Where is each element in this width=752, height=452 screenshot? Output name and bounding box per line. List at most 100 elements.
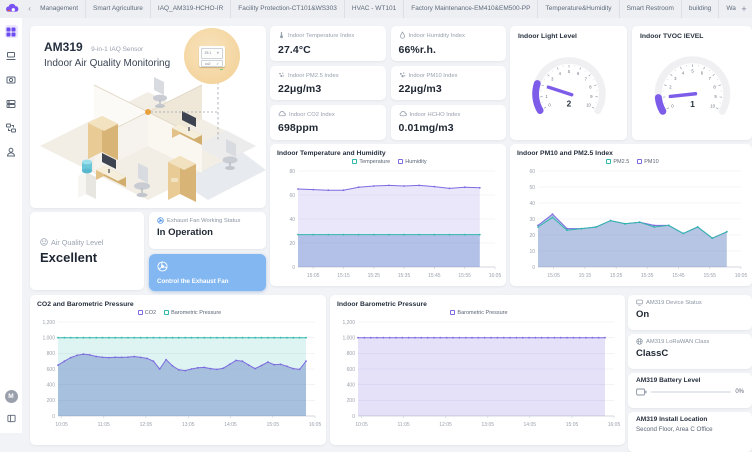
svg-text:15:25: 15:25 <box>368 273 381 279</box>
tab-iaq-am319-hcho-ir[interactable]: IAQ_AM319-HCHO-IR <box>151 0 231 18</box>
pm-chart[interactable]: 010203040506015:0515:1515:2515:3515:4515… <box>517 166 749 280</box>
battery-progress-bar <box>651 391 731 393</box>
barometric-chart[interactable]: 02004006008001,0001,20010:0511:0512:0513… <box>337 317 622 429</box>
svg-text:0: 0 <box>52 414 55 420</box>
svg-text:15:45: 15:45 <box>672 273 685 279</box>
tab-smart-restroom[interactable]: Smart Restroom <box>620 0 682 18</box>
legend-humidity[interactable]: Humidity <box>398 159 426 165</box>
svg-text:15:35: 15:35 <box>641 273 654 279</box>
tile-value: 22μg/m3 <box>278 83 378 95</box>
svg-text:200: 200 <box>347 398 356 404</box>
sidebar-item-camera[interactable] <box>5 73 18 86</box>
tile-indoor-hcho-index: Indoor HCHO Index0.01mg/m3 <box>391 105 507 140</box>
chart-title: Indoor PM10 and PM2.5 Index <box>517 150 748 157</box>
milesight-logo-icon <box>6 3 22 15</box>
tab-temperature-humidity[interactable]: Temperature&Humidity <box>538 0 619 18</box>
sensor-model: AM319 <box>44 40 83 54</box>
lorawan-class-card: AM319 LoRaWAN Class ClassC <box>628 334 752 369</box>
svg-text:10:05: 10:05 <box>55 422 68 428</box>
device-status-label: AM319 Device Status <box>646 300 702 306</box>
svg-text:1,200: 1,200 <box>342 320 355 326</box>
sidebar-item-server[interactable] <box>5 97 18 110</box>
legend-barometric-pressure[interactable]: Barometric Pressure <box>450 310 507 316</box>
battery-icon <box>636 388 647 396</box>
fan-status-label: Exhaust Fan Working Status <box>167 218 240 224</box>
pm10-icon <box>399 71 406 81</box>
svg-text:9: 9 <box>714 94 717 99</box>
tile-value: 698ppm <box>278 122 378 134</box>
chart-title: Indoor Barometric Pressure <box>337 301 621 308</box>
svg-text:40: 40 <box>529 201 535 207</box>
light-level-gauge: 0123456789102 <box>518 42 620 130</box>
sidebar-collapse-icon[interactable] <box>5 412 18 425</box>
svg-text:16:05: 16:05 <box>735 273 748 279</box>
smiley-icon <box>40 238 48 246</box>
air-quality-value: Excellent <box>40 250 134 265</box>
legend-pm10[interactable]: PM10 <box>637 159 658 165</box>
svg-text:10: 10 <box>710 103 715 108</box>
tile-indoor-pm10-index: Indoor PM10 Index22μg/m3 <box>391 66 507 101</box>
legend-pm2-5[interactable]: PM2.5 <box>606 159 629 165</box>
svg-text:0: 0 <box>532 265 535 271</box>
svg-text:60: 60 <box>529 169 535 175</box>
svg-text:11:05: 11:05 <box>397 422 409 428</box>
tab-hvac-wt101[interactable]: HVAC - WT101 <box>345 0 404 18</box>
tile-label: Indoor Temperature Index <box>288 33 354 39</box>
battery-percent: 0% <box>735 389 744 395</box>
chart-legend: PM2.5 PM10 <box>517 157 748 166</box>
sidebar-item-devices[interactable] <box>5 49 18 62</box>
tab-water-meter[interactable]: Water meter <box>719 0 736 18</box>
svg-text:8: 8 <box>713 85 716 90</box>
lorawan-class-label: AM319 LoRaWAN Class <box>646 339 709 345</box>
tab-building[interactable]: building <box>682 0 719 18</box>
tab-list: ManagementSmart AgricultureIAQ_AM319-HCH… <box>33 0 736 18</box>
svg-text:1,000: 1,000 <box>342 335 355 341</box>
tile-value: 0.01mg/m3 <box>399 122 499 134</box>
dashboard: AM319 9-in-1 IAQ Sensor Indoor Air Quali… <box>22 18 752 433</box>
svg-text:0: 0 <box>292 265 295 271</box>
svg-text:6: 6 <box>577 71 580 76</box>
svg-text:1,000: 1,000 <box>42 335 55 341</box>
svg-text:1,200: 1,200 <box>42 320 55 326</box>
legend-temperature[interactable]: Temperature <box>352 159 390 165</box>
sidebar-item-dashboard[interactable] <box>5 25 18 38</box>
tab-management[interactable]: Management <box>33 0 86 18</box>
add-tab-button[interactable]: + <box>736 4 752 14</box>
sidebar-item-user[interactable] <box>5 145 18 158</box>
isometric-office-illustration <box>30 60 266 208</box>
svg-text:14:05: 14:05 <box>224 422 237 428</box>
gauge-title: Indoor Light Level <box>518 33 620 40</box>
tab-scroll-left-icon[interactable]: ‹ <box>26 0 33 18</box>
humidity-icon <box>399 31 406 41</box>
svg-text:8: 8 <box>589 84 592 89</box>
fan-status-value: In Operation <box>157 227 258 238</box>
gauge-title: Indoor TVOC lEVEL <box>640 33 745 40</box>
svg-text:12:05: 12:05 <box>439 422 452 428</box>
svg-text:400: 400 <box>47 382 56 388</box>
battery-level-card: AM319 Battery Level 0% <box>628 373 752 408</box>
tab-bar: ‹ ManagementSmart AgricultureIAQ_AM319-H… <box>0 0 752 18</box>
user-avatar[interactable]: M <box>5 390 18 403</box>
svg-text:16:05: 16:05 <box>489 273 502 279</box>
tvoc-level-gauge: 0123456789101 <box>640 42 745 130</box>
temp-humidity-chart[interactable]: 02040608015:0515:1515:2515:3515:4515:551… <box>277 166 503 280</box>
tile-label: Indoor CO2 Index <box>289 112 335 118</box>
tab-factory-maintenance-em410-em500-pp[interactable]: Factory Maintenance-EM410&EM500-PP <box>404 0 538 18</box>
chart-legend: CO2 Barometric Pressure <box>37 308 322 317</box>
svg-text:1: 1 <box>690 99 695 109</box>
legend-co2[interactable]: CO2 <box>138 310 156 316</box>
svg-text:3: 3 <box>551 76 554 81</box>
legend-barometric-pressure[interactable]: Barometric Pressure <box>164 310 221 316</box>
svg-text:20: 20 <box>529 233 535 239</box>
control-exhaust-fan-button[interactable]: Control the Exhaust Fan <box>149 254 266 291</box>
barometric-chart-card: Indoor Barometric Pressure Barometric Pr… <box>330 295 625 445</box>
tab-smart-agriculture[interactable]: Smart Agriculture <box>86 0 151 18</box>
sidebar-item-workflow[interactable] <box>5 121 18 134</box>
am319-device-icon: 25.1☀ co2✓ <box>199 46 225 67</box>
fan-button-icon <box>157 261 168 272</box>
tab-facility-protection-ct101-ws303[interactable]: Facility Protection-CT101&WS303 <box>231 0 345 18</box>
co2-pressure-chart[interactable]: 02004006008001,0001,20010:0511:0512:0513… <box>37 317 323 429</box>
tile-value: 22μg/m3 <box>399 83 499 95</box>
svg-text:5: 5 <box>691 68 694 73</box>
device-status-card: AM319 Device Status On <box>628 295 752 330</box>
